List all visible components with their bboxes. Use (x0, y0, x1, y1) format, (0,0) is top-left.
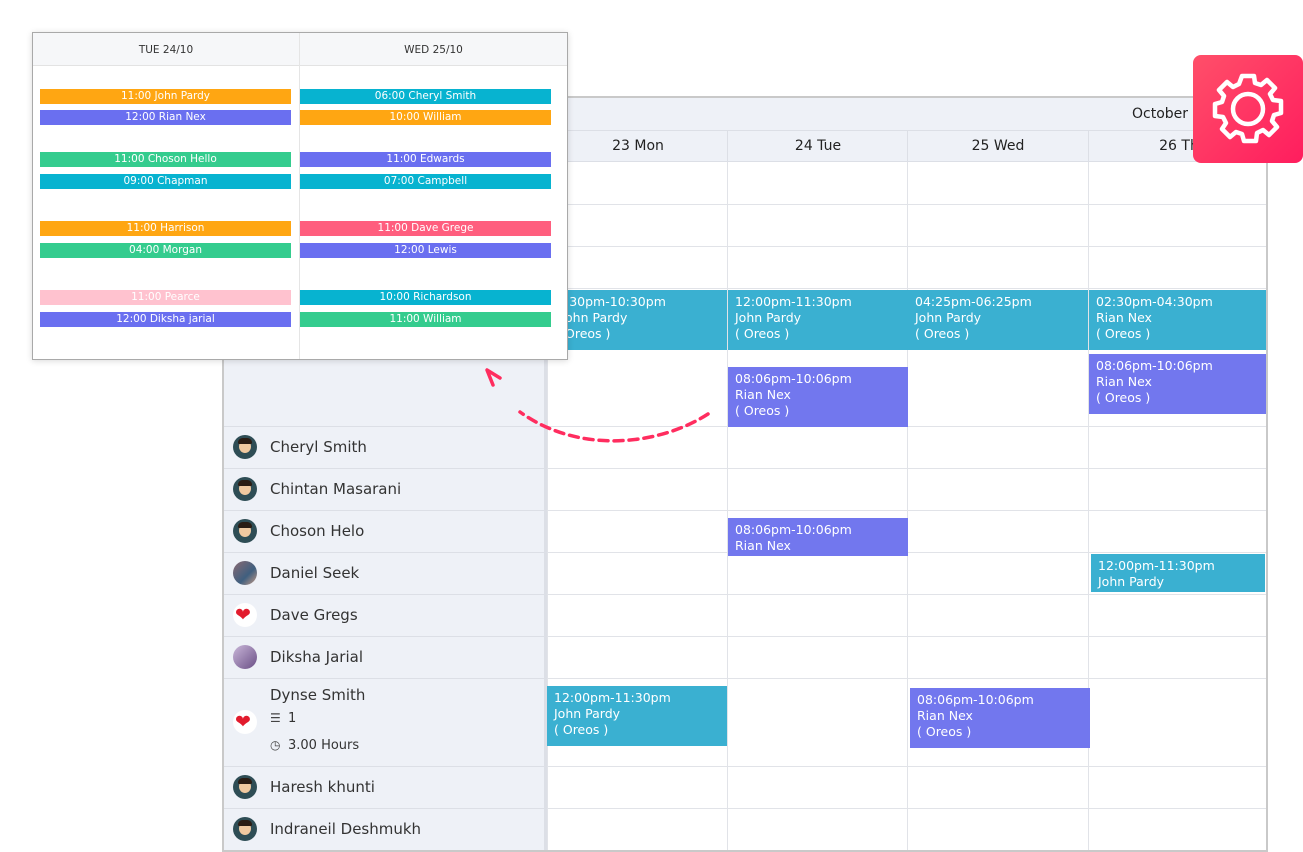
curved-arrow-icon (485, 368, 710, 443)
gear-icon (1212, 73, 1284, 144)
settings-badge[interactable] (1193, 55, 1303, 163)
